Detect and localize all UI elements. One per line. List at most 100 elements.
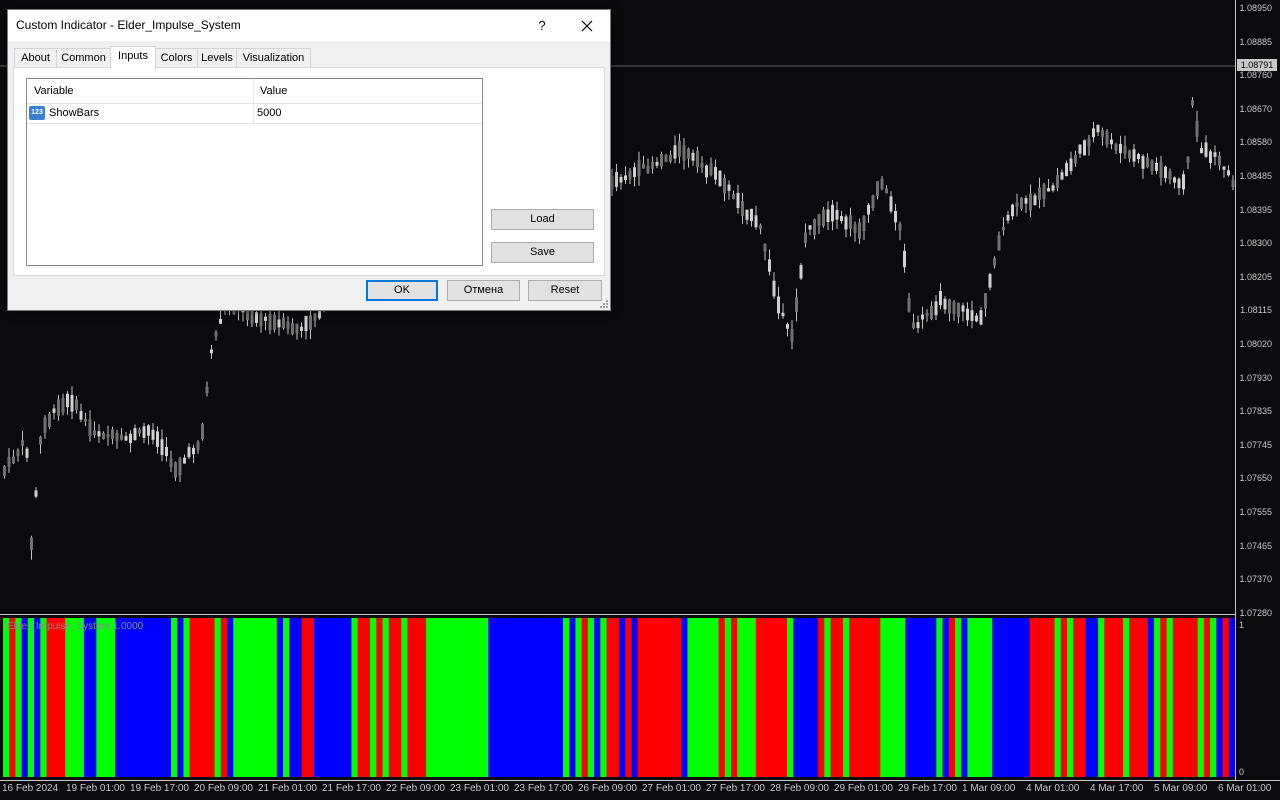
column-header-variable[interactable]: Variable xyxy=(34,85,74,97)
candle-body xyxy=(111,429,114,440)
time-tick-label: 26 Feb 09:00 xyxy=(578,783,637,794)
impulse-bar xyxy=(979,618,987,777)
variable-value[interactable]: 5000 xyxy=(257,107,281,119)
impulse-bar xyxy=(743,618,751,777)
impulse-bar xyxy=(251,618,259,777)
candle-body xyxy=(826,209,830,222)
current-price-label: 1.08791 xyxy=(1237,59,1277,71)
impulse-bar xyxy=(1166,618,1174,777)
time-tick-label: 19 Feb 01:00 xyxy=(66,783,125,794)
reset-button[interactable]: Reset xyxy=(528,280,602,301)
candle-body xyxy=(277,319,281,328)
candle-body xyxy=(691,152,695,161)
tab-visualization[interactable]: Visualization xyxy=(236,48,311,68)
impulse-bar xyxy=(1228,618,1236,777)
candle-body xyxy=(682,145,686,161)
time-tick-label: 21 Feb 17:00 xyxy=(322,783,381,794)
impulse-bar xyxy=(1185,618,1193,777)
candle-body xyxy=(12,456,15,464)
impulse-bar xyxy=(1197,618,1205,777)
cancel-button[interactable]: Отмена xyxy=(447,280,520,301)
close-button[interactable] xyxy=(571,14,603,38)
candle-body xyxy=(790,329,794,342)
candle-body xyxy=(831,204,834,222)
dialog-titlebar[interactable]: Custom Indicator - Elder_Impulse_System … xyxy=(8,10,610,41)
impulse-bar xyxy=(911,618,919,777)
impulse-bar xyxy=(1079,618,1087,777)
column-header-value[interactable]: Value xyxy=(260,85,287,97)
price-tick-label: 1.07555 xyxy=(1239,507,1272,517)
candle-body xyxy=(768,259,771,272)
time-tick-label: 23 Feb 17:00 xyxy=(514,783,573,794)
impulse-bar xyxy=(867,618,875,777)
candle-body xyxy=(799,265,803,279)
load-button[interactable]: Load xyxy=(491,209,594,230)
tab-about[interactable]: About xyxy=(14,48,57,68)
impulse-bar xyxy=(668,618,676,777)
time-tick-label: 20 Feb 09:00 xyxy=(194,783,253,794)
candle-body xyxy=(1119,143,1122,154)
candle-body xyxy=(934,301,938,316)
help-button[interactable]: ? xyxy=(530,15,554,37)
impulse-bar xyxy=(706,618,713,777)
impulse-bar xyxy=(793,618,801,777)
candle-body xyxy=(1164,166,1167,179)
tab-inputs[interactable]: Inputs xyxy=(110,46,156,69)
candle-body xyxy=(1065,163,1068,177)
candle-body xyxy=(120,434,123,440)
tab-levels[interactable]: Levels xyxy=(197,48,237,68)
save-button[interactable]: Save xyxy=(491,242,594,263)
impulse-bar xyxy=(1029,618,1037,777)
impulse-bar xyxy=(71,618,79,777)
impulse-bar xyxy=(780,618,788,777)
impulse-bar xyxy=(258,618,265,777)
candle-body xyxy=(696,150,699,168)
impulse-bar xyxy=(693,618,701,777)
tab-common[interactable]: Common xyxy=(56,48,111,68)
candle-body xyxy=(25,448,29,458)
candle-body xyxy=(1033,195,1037,205)
impulse-bar xyxy=(563,618,570,777)
candle-body xyxy=(930,306,933,319)
variable-name: ShowBars xyxy=(49,107,100,119)
impulse-bar xyxy=(21,618,29,777)
impulse-bar xyxy=(699,618,707,777)
time-tick-label: 27 Feb 01:00 xyxy=(642,783,701,794)
candle-body xyxy=(1056,175,1059,189)
impulse-bar xyxy=(195,618,203,777)
candle-body xyxy=(102,432,105,440)
candle-body xyxy=(201,423,204,440)
impulse-bar xyxy=(1085,618,1093,777)
time-tick-label: 27 Feb 17:00 xyxy=(706,783,765,794)
impulse-bar xyxy=(59,618,66,777)
impulse-bar xyxy=(264,618,272,777)
candle-body xyxy=(1006,214,1010,221)
candle-body xyxy=(1083,140,1086,156)
impulse-bar xyxy=(1104,618,1112,777)
candle-body xyxy=(615,171,618,187)
resize-grip-icon[interactable] xyxy=(600,300,608,308)
impulse-bar xyxy=(96,618,104,777)
candle-body xyxy=(147,425,150,436)
ok-button[interactable]: OK xyxy=(366,280,438,301)
candle-body xyxy=(628,170,632,180)
impulse-bar xyxy=(339,618,346,777)
impulse-bar xyxy=(326,618,334,777)
impulse-bar xyxy=(687,618,695,777)
time-tick-label: 29 Feb 17:00 xyxy=(898,783,957,794)
impulse-bar xyxy=(1098,618,1105,777)
impulse-bar xyxy=(121,618,129,777)
tab-colors[interactable]: Colors xyxy=(155,48,198,68)
candle-body xyxy=(1213,152,1217,157)
candle-body xyxy=(1024,198,1028,204)
candle-body xyxy=(192,447,195,455)
dialog-title: Custom Indicator - Elder_Impulse_System xyxy=(16,18,241,32)
impulse-bar xyxy=(469,618,477,777)
candle-body xyxy=(282,317,285,329)
candle-body xyxy=(295,323,299,334)
impulse-bar xyxy=(923,618,931,777)
time-tick-label: 5 Mar 09:00 xyxy=(1154,783,1208,794)
candle-body xyxy=(943,298,947,310)
table-row[interactable]: 123 ShowBars 5000 xyxy=(27,103,482,124)
impulse-bar xyxy=(874,618,881,777)
